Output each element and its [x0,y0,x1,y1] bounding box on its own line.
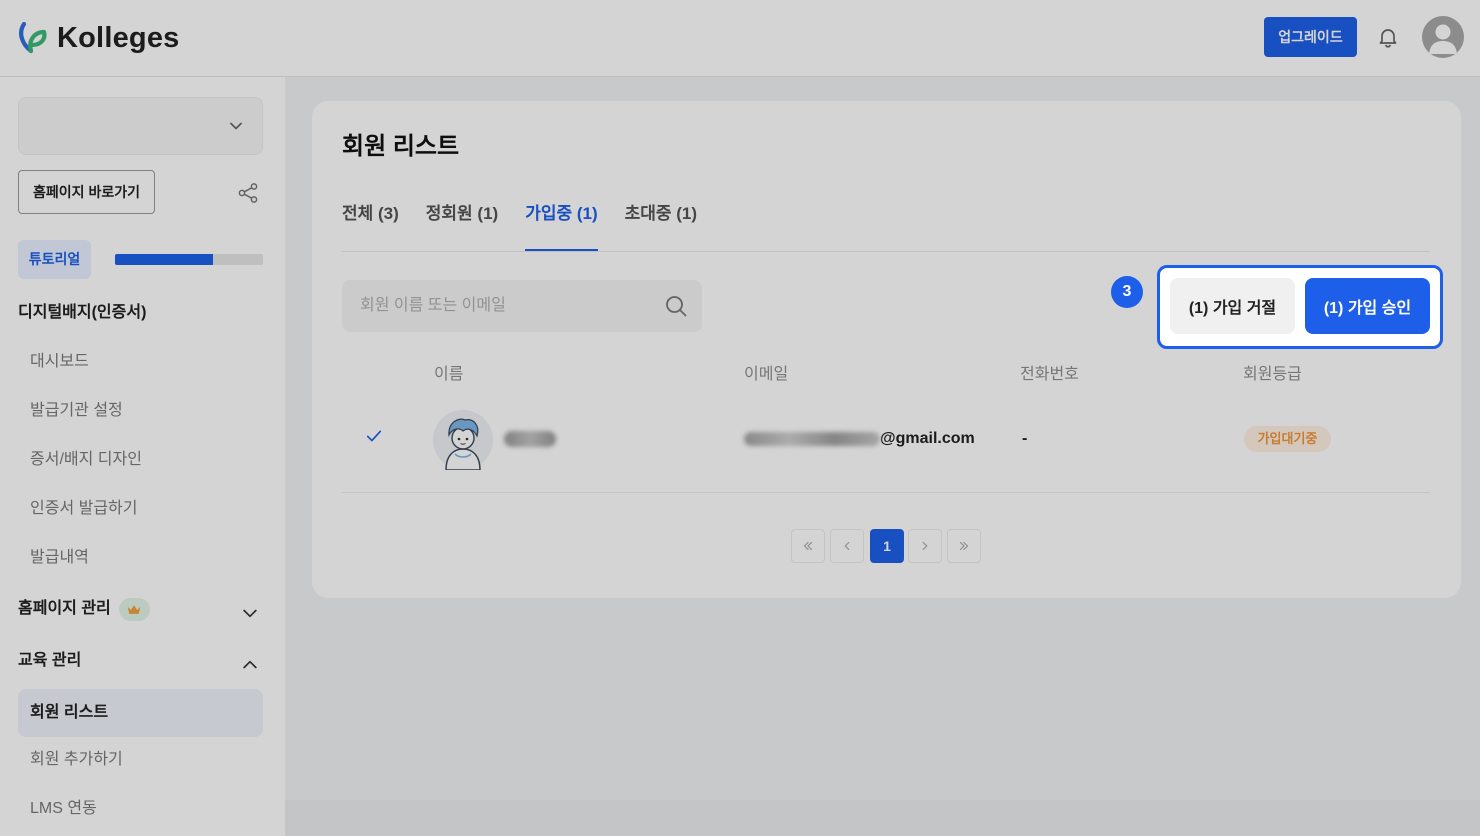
reject-signup-button[interactable]: (1) 가입 거절 [1170,278,1295,334]
guide-step-badge: 3 [1111,276,1143,308]
approve-signup-button[interactable]: (1) 가입 승인 [1305,278,1430,334]
tutorial-dim-overlay [0,0,1480,836]
signup-actions-highlight: (1) 가입 거절 (1) 가입 승인 [1157,265,1443,349]
